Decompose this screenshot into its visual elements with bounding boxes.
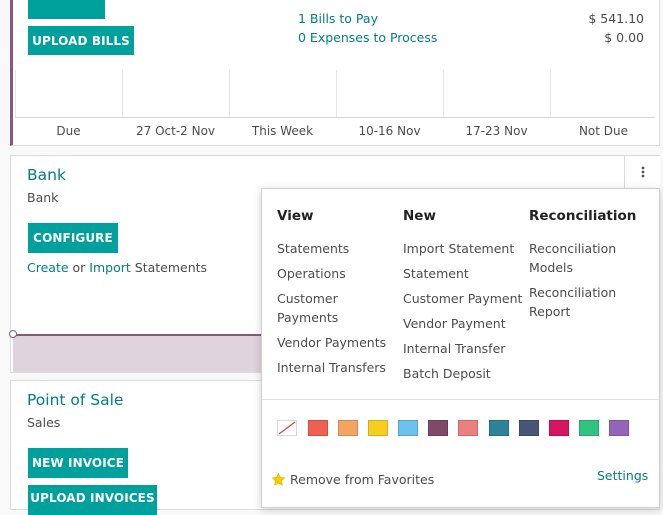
menu-item-statements[interactable]: Statements — [277, 239, 349, 258]
remove-favorites-label: Remove from Favorites — [290, 472, 435, 487]
bills-to-pay-link[interactable]: 1 Bills to Pay — [298, 11, 378, 26]
menu-item-customer-payments[interactable]: Customer Payments — [277, 289, 338, 327]
partial-button-top[interactable] — [28, 0, 105, 19]
bank-title[interactable]: Bank — [27, 166, 66, 184]
import-link[interactable]: Import — [89, 260, 131, 275]
or-text: or — [68, 260, 90, 275]
color-swatch[interactable] — [549, 420, 569, 436]
view-heading: View — [277, 208, 314, 224]
menu-item-batch-deposit[interactable]: Batch Deposit — [403, 364, 491, 383]
create-link[interactable]: Create — [27, 260, 69, 275]
color-swatch[interactable] — [338, 420, 358, 436]
vertical-ellipsis-icon — [641, 166, 644, 178]
axis-label: Not Due — [578, 124, 629, 138]
color-swatch[interactable] — [519, 420, 539, 436]
star-icon — [271, 472, 286, 486]
pos-subtitle: Sales — [27, 415, 61, 430]
color-swatch[interactable] — [428, 420, 448, 436]
menu-item-reconciliation-report[interactable]: Reconciliation Report — [529, 283, 616, 321]
color-swatch[interactable] — [368, 420, 388, 436]
pos-title[interactable]: Point of Sale — [27, 391, 123, 409]
bank-subtitle: Bank — [27, 190, 59, 205]
color-swatch[interactable] — [308, 420, 328, 436]
expenses-amount: $ 0.00 — [604, 30, 644, 45]
axis-label: This Week — [251, 124, 314, 138]
axis-label: Due — [56, 124, 81, 138]
menu-item-vendor-payment[interactable]: Vendor Payment — [403, 314, 506, 333]
menu-item-customer-payment[interactable]: Customer Payment — [403, 289, 522, 308]
color-swatch-none[interactable] — [277, 420, 297, 436]
reconciliation-heading: Reconciliation — [529, 208, 637, 224]
color-swatch[interactable] — [398, 420, 418, 436]
menu-item-internal-transfers[interactable]: Internal Transfers — [277, 358, 386, 377]
menu-item-import-statement[interactable]: Import Statement — [403, 239, 514, 258]
axis-label: 17-23 Nov — [465, 124, 528, 138]
bills-to-pay-amount: $ 541.10 — [588, 11, 644, 26]
menu-divider — [262, 399, 659, 400]
axis-label: 27 Oct-2 Nov — [135, 124, 216, 138]
color-swatch[interactable] — [458, 420, 478, 436]
color-swatch[interactable] — [609, 420, 629, 436]
menu-item-statement[interactable]: Statement — [403, 264, 469, 283]
new-heading: New — [403, 208, 436, 224]
bank-graph-area — [13, 334, 263, 372]
graph-point — [9, 330, 17, 338]
expenses-link[interactable]: 0 Expenses to Process — [298, 30, 437, 45]
new-invoice-button[interactable]: NEW INVOICE — [28, 448, 128, 478]
upload-bills-button[interactable]: UPLOAD BILLS — [28, 26, 134, 55]
menu-item-operations[interactable]: Operations — [277, 264, 346, 283]
menu-item-reconciliation-models[interactable]: Reconciliation Models — [529, 239, 616, 277]
bank-menu-toggle[interactable] — [624, 156, 660, 188]
color-swatch[interactable] — [579, 420, 599, 436]
remove-favorites-action[interactable]: Remove from Favorites — [271, 472, 434, 487]
create-import-line: Create or Import Statements — [27, 260, 207, 275]
menu-item-internal-transfer[interactable]: Internal Transfer — [403, 339, 505, 358]
configure-button[interactable]: CONFIGURE — [28, 223, 118, 253]
no-color-icon — [278, 421, 296, 435]
color-swatch[interactable] — [489, 420, 509, 436]
settings-link[interactable]: Settings — [597, 468, 648, 483]
statements-text: Statements — [130, 260, 208, 275]
axis-label: 10-16 Nov — [358, 124, 421, 138]
upload-invoices-button[interactable]: UPLOAD INVOICES — [28, 485, 157, 515]
menu-item-vendor-payments[interactable]: Vendor Payments — [277, 333, 386, 352]
